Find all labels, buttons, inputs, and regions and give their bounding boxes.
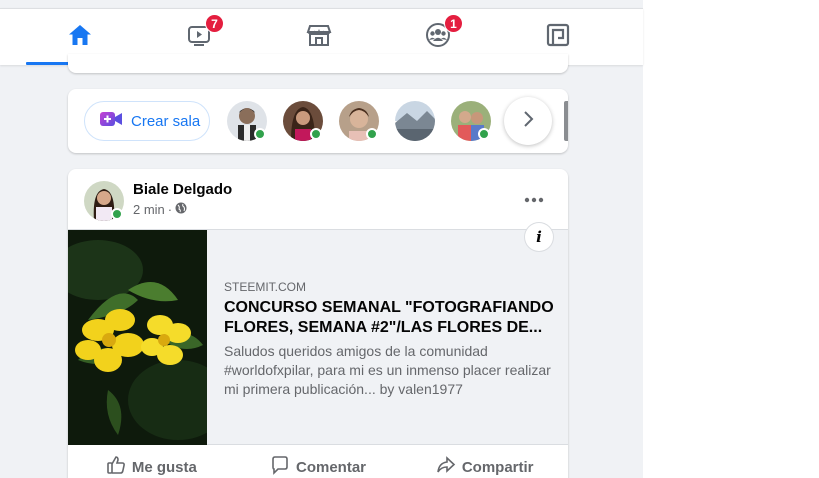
link-preview[interactable]: i STEEMIT.COM CONCURSO SEMANAL "FOTOGRAF… xyxy=(68,223,568,445)
home-icon xyxy=(66,21,94,54)
comment-button[interactable]: Comentar xyxy=(235,445,402,478)
like-button[interactable]: Me gusta xyxy=(68,445,235,478)
create-room-button[interactable]: Crear sala xyxy=(84,101,210,141)
room-friend-avatar[interactable] xyxy=(283,101,323,141)
app-root: 7 1 Crear sala Biale Delgado 2 min · i S… xyxy=(0,0,819,478)
room-friend-avatar[interactable] xyxy=(395,101,435,141)
link-info-button[interactable]: i xyxy=(525,223,553,251)
link-preview-image xyxy=(68,230,207,445)
online-indicator xyxy=(254,128,266,140)
more-icon xyxy=(524,190,544,208)
room-friend-avatar[interactable] xyxy=(451,101,491,141)
link-description: Saludos queridos amigos de la comunidad … xyxy=(224,343,551,397)
share-icon xyxy=(436,455,456,478)
groups-badge: 1 xyxy=(444,14,463,33)
link-title[interactable]: CONCURSO SEMANAL "FOTOGRAFIANDO FLORES, … xyxy=(224,298,556,338)
previous-card xyxy=(68,54,568,73)
room-friend-avatar-partial xyxy=(564,101,568,141)
post-author-name[interactable]: Biale Delgado xyxy=(133,181,232,198)
post-meta: 2 min · xyxy=(133,202,187,217)
comment-icon xyxy=(270,455,290,478)
room-friend-avatar[interactable] xyxy=(227,101,267,141)
meta-separator: · xyxy=(167,202,173,217)
link-domain: STEEMIT.COM xyxy=(224,280,307,294)
online-indicator xyxy=(478,128,490,140)
gaming-icon xyxy=(544,21,572,54)
like-label: Me gusta xyxy=(131,458,197,476)
feed-area: 7 1 Crear sala Biale Delgado 2 min · i S… xyxy=(0,0,643,478)
thumbs-up-icon xyxy=(106,455,126,478)
store-icon xyxy=(305,21,333,54)
online-indicator xyxy=(366,128,378,140)
share-button[interactable]: Compartir xyxy=(401,445,568,478)
comment-label: Comentar xyxy=(296,458,367,476)
post-time[interactable]: 2 min xyxy=(133,202,165,217)
author-avatar[interactable] xyxy=(84,181,124,221)
chevron-right-icon xyxy=(518,109,538,134)
post-card: Biale Delgado 2 min · i STEEMIT.COM CONC… xyxy=(68,169,568,478)
share-label: Compartir xyxy=(461,458,534,476)
online-indicator xyxy=(111,208,123,220)
room-friend-avatar[interactable] xyxy=(339,101,379,141)
video-plus-icon xyxy=(99,107,123,135)
online-indicator xyxy=(310,128,322,140)
post-actions: Me gusta Comentar Compartir xyxy=(68,445,568,478)
watch-badge: 7 xyxy=(205,14,224,33)
link-text: STEEMIT.COM CONCURSO SEMANAL "FOTOGRAFIA… xyxy=(224,280,556,399)
rooms-next-button[interactable] xyxy=(504,97,552,145)
post-options-button[interactable] xyxy=(516,181,552,217)
globe-icon xyxy=(175,202,187,217)
create-room-label: Crear sala xyxy=(131,112,201,130)
rooms-card: Crear sala xyxy=(68,89,568,153)
